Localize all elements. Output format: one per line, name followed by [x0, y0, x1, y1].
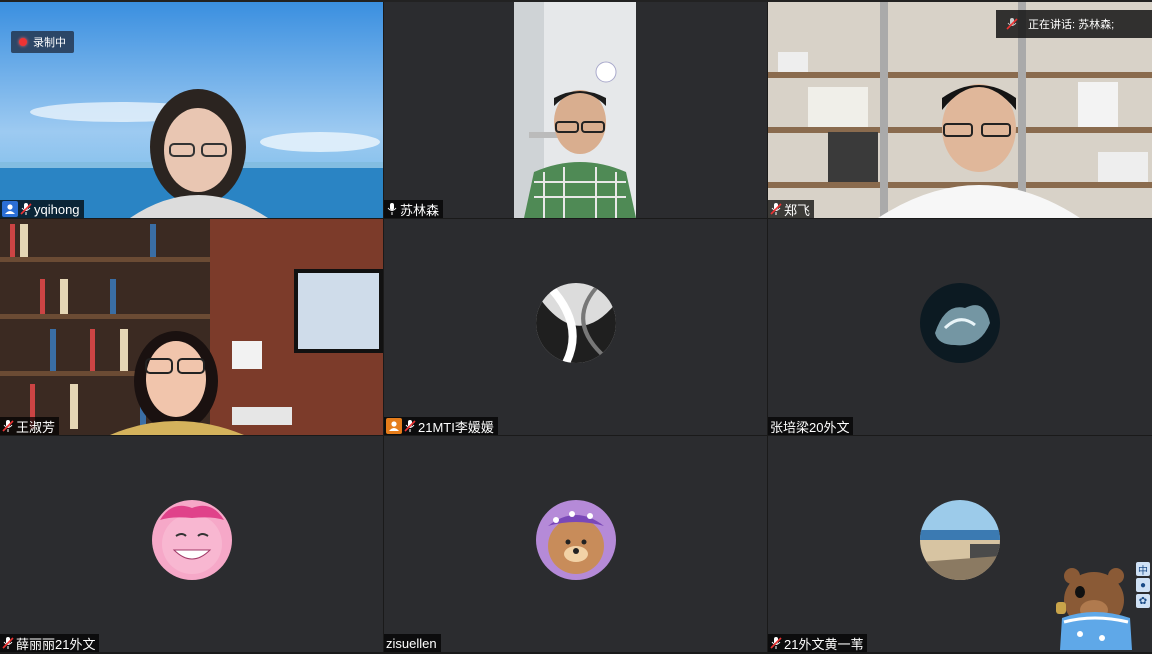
mic-muted-icon	[1006, 18, 1018, 30]
speaking-label: 正在讲话: 苏林森;	[1028, 19, 1115, 31]
recording-indicator[interactable]: 录制中	[11, 31, 74, 53]
participant-tile[interactable]: 21MTI李媛媛	[384, 219, 767, 435]
participant-name-tag: 薛丽丽21外文	[0, 634, 100, 652]
participant-tile[interactable]: 正在讲话: 苏林森; 郑飞	[768, 2, 1152, 218]
mic-muted-icon	[2, 420, 14, 432]
video-grid: 录制中 yqihong 苏林森 正在讲话: 苏林森; 郑飞 王淑芳 21MTI李…	[0, 2, 1152, 654]
avatar	[920, 500, 1000, 580]
participant-name-tag: 21MTI李媛媛	[384, 417, 498, 435]
participant-name-tag: 张培梁20外文	[768, 417, 854, 435]
participant-name: 王淑芳	[16, 419, 56, 435]
avatar	[151, 500, 232, 580]
participant-tile[interactable]: 王淑芳	[0, 219, 383, 435]
participant-name: zisuellen	[386, 635, 437, 651]
participant-name-tag: 苏林森	[384, 200, 444, 218]
participant-name-tag: 王淑芳	[0, 417, 60, 435]
participant-name: 郑飞	[784, 202, 811, 218]
mic-icon	[387, 203, 397, 215]
participant-name: 薛丽丽21外文	[16, 636, 96, 652]
avatar	[535, 500, 616, 580]
participant-name: 21外文黄一苇	[784, 636, 864, 652]
participant-tile[interactable]: 薛丽丽21外文	[0, 436, 383, 652]
participant-name-tag: yqihong	[0, 200, 84, 218]
mic-muted-icon	[20, 203, 32, 215]
participant-tile[interactable]: zisuellen	[384, 436, 767, 652]
recording-label: 录制中	[33, 37, 66, 49]
mic-muted-icon	[404, 420, 416, 432]
participant-tile-active-speaker[interactable]: 苏林森	[384, 2, 767, 218]
ime-punctuation-icon[interactable]: ●	[1136, 578, 1150, 592]
video-feed	[0, 219, 383, 435]
avatar	[535, 283, 616, 363]
ime-language-button[interactable]: 中	[1136, 562, 1150, 577]
participant-name: 张培梁20外文	[770, 419, 850, 435]
mic-muted-icon	[2, 637, 14, 649]
participant-name: 21MTI李媛媛	[418, 419, 494, 435]
participant-name-tag: zisuellen	[384, 634, 441, 652]
participant-tile[interactable]: 张培梁20外文	[768, 219, 1152, 435]
participant-name-tag: 21外文黄一苇	[768, 634, 868, 652]
video-feed	[384, 2, 767, 218]
participant-name-tag: 郑飞	[768, 200, 815, 218]
mic-muted-icon	[770, 203, 782, 215]
speaking-indicator: 正在讲话: 苏林森;	[996, 10, 1152, 38]
ime-toolbar[interactable]: 中 ● ✿	[1136, 562, 1150, 608]
host-user-icon	[2, 201, 18, 217]
mic-muted-icon	[770, 637, 782, 649]
participant-name: yqihong	[34, 201, 80, 217]
desktop-pet-mascot[interactable]	[1050, 562, 1142, 654]
ime-skin-icon[interactable]: ✿	[1136, 594, 1150, 608]
recording-dot-icon	[19, 38, 27, 46]
avatar	[920, 283, 1000, 363]
cohost-user-icon	[386, 418, 402, 434]
participant-tile[interactable]: 录制中 yqihong	[0, 2, 383, 218]
participant-name: 苏林森	[400, 202, 440, 218]
